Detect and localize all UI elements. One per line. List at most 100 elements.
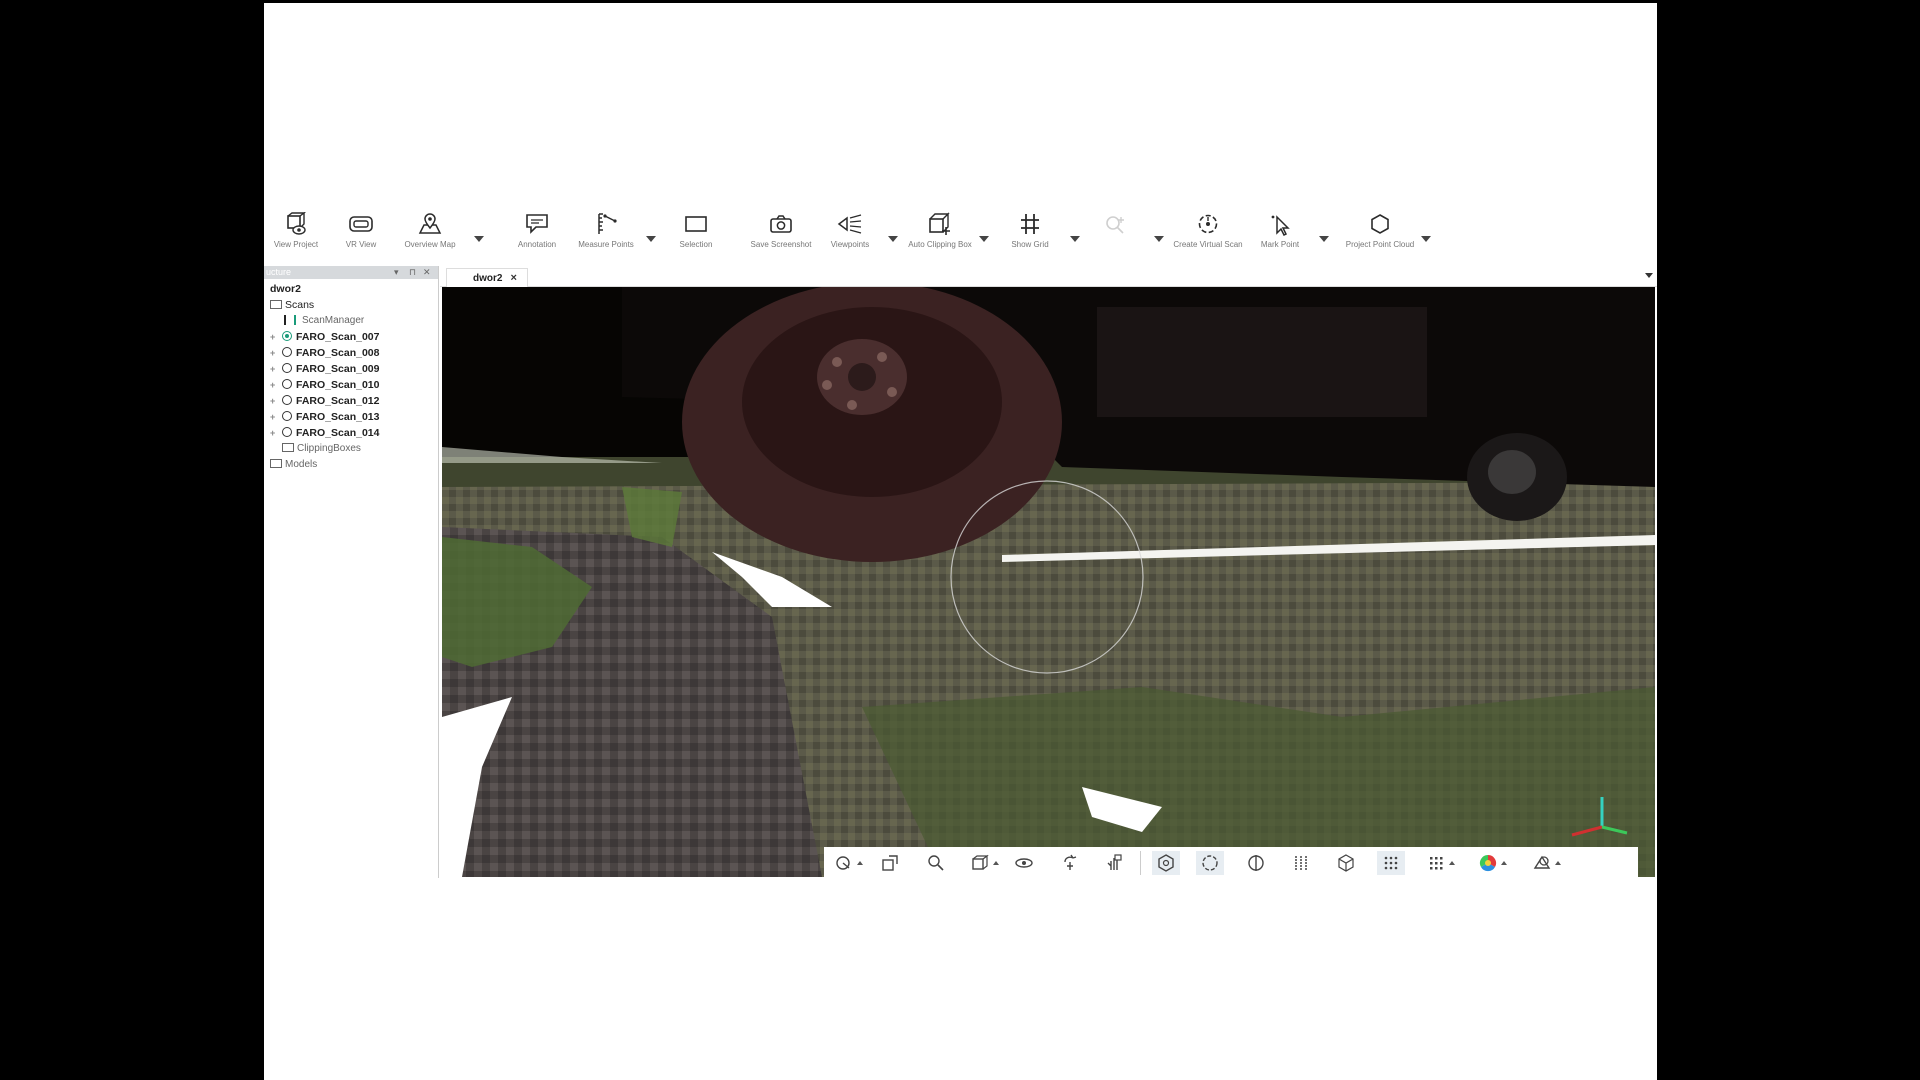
viewpoints-dropdown[interactable] bbox=[886, 234, 898, 244]
expand-icon[interactable]: + bbox=[270, 377, 275, 393]
tab-dwor2[interactable]: dwor2 × bbox=[446, 268, 528, 287]
lug-nut bbox=[887, 387, 897, 397]
point-cloud-icon bbox=[1371, 214, 1389, 234]
expand-icon[interactable]: + bbox=[270, 425, 275, 441]
viewpoints-button[interactable]: Viewpoints bbox=[818, 212, 882, 264]
show-grid-button[interactable]: Show Grid bbox=[995, 212, 1065, 264]
vr-view-label: VR View bbox=[345, 240, 377, 249]
color-mode-button[interactable] bbox=[1474, 851, 1507, 875]
mark-point-icon bbox=[1271, 215, 1290, 236]
tree-item-scan[interactable]: + FARO_Scan_012 bbox=[264, 393, 438, 409]
panel-menu-icon[interactable]: ▾ bbox=[394, 267, 399, 278]
tab-list-dropdown[interactable] bbox=[1645, 273, 1653, 278]
point-density-icon bbox=[1430, 857, 1443, 870]
auto-clipping-box-button[interactable]: Auto Clipping Box bbox=[904, 212, 976, 264]
zoom-button[interactable] bbox=[922, 851, 950, 875]
pan-button[interactable] bbox=[1100, 851, 1128, 875]
orbit-icon bbox=[1015, 858, 1033, 868]
caret-up-icon bbox=[1449, 861, 1455, 865]
document-tab-bar: dwor2 × bbox=[440, 266, 1657, 287]
tree-item-scan[interactable]: + FARO_Scan_014 bbox=[264, 425, 438, 441]
rear-rim bbox=[1488, 450, 1536, 494]
ribbon-toolbar: View Project VR View Overview Map Annota… bbox=[264, 204, 1657, 264]
view-cube-button[interactable] bbox=[966, 851, 999, 875]
split-view-button[interactable] bbox=[1242, 851, 1270, 875]
expand-icon[interactable]: + bbox=[270, 409, 275, 425]
tree-item-dwor2[interactable]: dwor2 bbox=[264, 281, 438, 297]
tree-item-scan[interactable]: + FARO_Scan_009 bbox=[264, 361, 438, 377]
scan-icon bbox=[282, 427, 292, 438]
car-side-panel bbox=[1097, 307, 1427, 417]
overview-map-label: Overview Map bbox=[404, 240, 456, 249]
camera-icon bbox=[770, 215, 792, 233]
mark-point-button[interactable]: Mark Point bbox=[1245, 212, 1315, 264]
measure-points-dropdown[interactable] bbox=[644, 234, 656, 244]
annotation-button[interactable]: Annotation bbox=[505, 212, 569, 264]
vr-view-button[interactable]: VR View bbox=[329, 212, 393, 264]
mark-point-dropdown[interactable] bbox=[1317, 234, 1329, 244]
scan-view-button[interactable] bbox=[1152, 851, 1180, 875]
expand-icon[interactable]: + bbox=[270, 393, 275, 409]
app-window: View Project VR View Overview Map Annota… bbox=[264, 3, 1657, 1080]
overview-map-button[interactable]: Overview Map bbox=[394, 212, 466, 264]
auto-clipping-box-label: Auto Clipping Box bbox=[908, 240, 972, 249]
tree-item-scan[interactable]: + FARO_Scan_008 bbox=[264, 345, 438, 361]
mark-point-label: Mark Point bbox=[1260, 240, 1300, 249]
auto-clipping-dropdown[interactable] bbox=[977, 234, 989, 244]
disabled-tool-button[interactable] bbox=[1083, 212, 1147, 264]
point-grid-button[interactable] bbox=[1377, 851, 1405, 875]
fit-view-button[interactable] bbox=[876, 851, 904, 875]
tree-item-scans[interactable]: Scans bbox=[264, 297, 438, 313]
project-point-cloud-dropdown[interactable] bbox=[1419, 234, 1431, 244]
view-project-button[interactable]: View Project bbox=[264, 212, 328, 264]
tree-item-scan[interactable]: + FARO_Scan_007 bbox=[264, 329, 438, 345]
view-cube-icon bbox=[972, 854, 989, 870]
tree-item-scanmanager[interactable]: ScanManager bbox=[264, 313, 438, 329]
measure-points-button[interactable]: Measure Points bbox=[574, 212, 638, 264]
expand-icon[interactable]: + bbox=[270, 345, 275, 361]
lug-nut bbox=[847, 400, 857, 410]
selection-button[interactable]: Selection bbox=[664, 212, 728, 264]
box-button[interactable] bbox=[1332, 851, 1360, 875]
tree-item-clippingboxes[interactable]: ClippingBoxes bbox=[264, 441, 438, 457]
split-view-icon bbox=[1248, 855, 1264, 871]
zoom-icon bbox=[928, 855, 944, 871]
create-virtual-scan-button[interactable]: Create Virtual Scan bbox=[1172, 212, 1244, 264]
point-cloud-viewport[interactable] bbox=[442, 287, 1655, 877]
tree-item-models[interactable]: Models bbox=[264, 457, 438, 473]
project-point-cloud-button[interactable]: Project Point Cloud bbox=[1342, 212, 1418, 264]
expand-icon[interactable]: + bbox=[270, 361, 275, 377]
search-add-icon bbox=[1106, 216, 1124, 234]
tree-item-label: FARO_Scan_012 bbox=[296, 395, 380, 407]
folder-icon bbox=[270, 299, 282, 309]
disabled-tool-dropdown[interactable] bbox=[1152, 234, 1164, 244]
tab-label: dwor2 bbox=[473, 273, 503, 284]
show-grid-dropdown[interactable] bbox=[1068, 234, 1080, 244]
layer-style-icon bbox=[1533, 855, 1551, 869]
layer-style-button[interactable] bbox=[1528, 851, 1561, 875]
navigation-mode-button[interactable] bbox=[830, 851, 863, 875]
expand-icon[interactable]: + bbox=[270, 329, 275, 345]
scan-view-icon bbox=[1158, 854, 1174, 872]
point-density-button[interactable] bbox=[1422, 851, 1455, 875]
virtual-scan-icon bbox=[1198, 214, 1218, 234]
tree-item-scan[interactable]: + FARO_Scan_013 bbox=[264, 409, 438, 425]
scan-icon bbox=[282, 347, 292, 358]
box-icon bbox=[1338, 854, 1354, 872]
walk-button[interactable] bbox=[1056, 851, 1084, 875]
overview-map-dropdown[interactable] bbox=[472, 234, 484, 244]
hub-center bbox=[848, 363, 876, 391]
close-icon[interactable]: ✕ bbox=[423, 267, 431, 278]
project-tree: dwor2 Scans ScanManager + FARO_Scan_007 +… bbox=[264, 279, 438, 473]
save-screenshot-button[interactable]: Save Screenshot bbox=[749, 212, 813, 264]
view-project-icon bbox=[287, 212, 307, 235]
tree-item-scan[interactable]: + FARO_Scan_010 bbox=[264, 377, 438, 393]
tree-item-label: Scans bbox=[285, 299, 315, 311]
map-pin-icon bbox=[418, 213, 442, 234]
slice-button[interactable] bbox=[1287, 851, 1315, 875]
pin-icon[interactable]: ⊓ bbox=[409, 267, 416, 278]
sphere-view-button[interactable] bbox=[1196, 851, 1224, 875]
tab-close-icon[interactable]: × bbox=[510, 272, 516, 284]
clipping-box-icon bbox=[929, 212, 950, 235]
orbit-button[interactable] bbox=[1010, 851, 1038, 875]
